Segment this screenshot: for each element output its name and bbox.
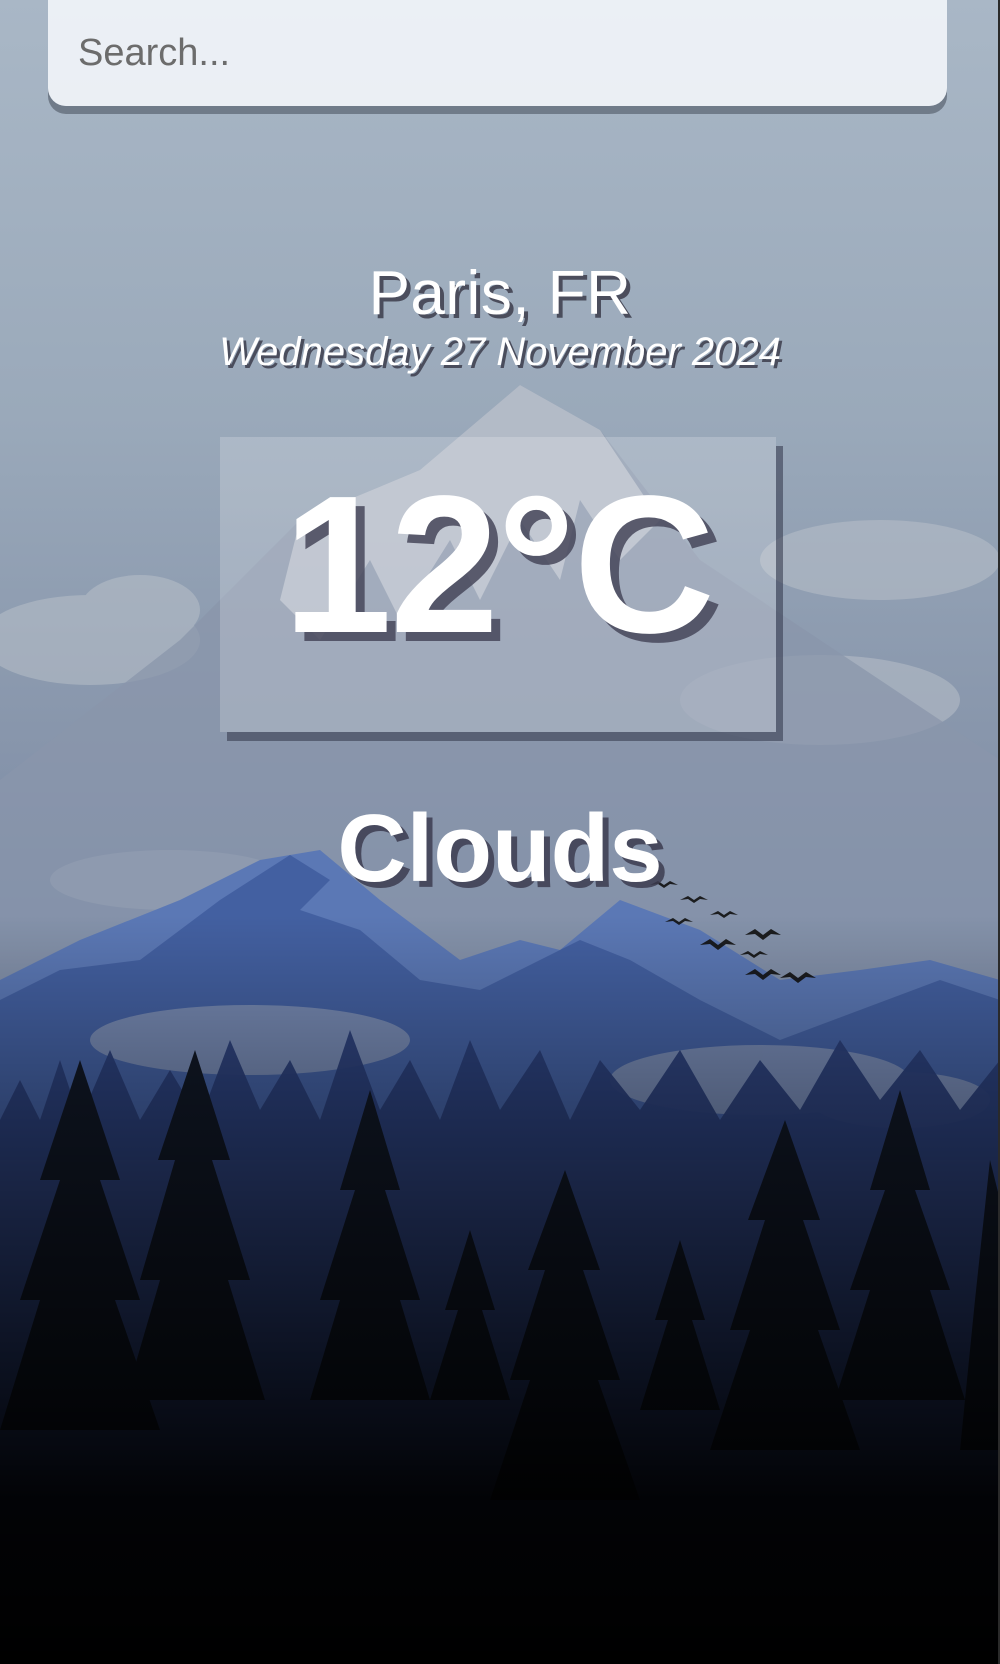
weather-app: Paris, FR Wednesday 27 November 2024 12°… xyxy=(0,0,1000,1664)
location-label: Paris, FR xyxy=(368,259,632,328)
temperature-value: 12°C xyxy=(283,455,715,674)
date-label: Wednesday 27 November 2024 xyxy=(219,330,781,374)
search-input[interactable] xyxy=(78,18,908,88)
search-box xyxy=(48,0,947,106)
temperature-box: 12°C xyxy=(220,437,776,732)
weather-condition: Clouds xyxy=(337,795,663,902)
